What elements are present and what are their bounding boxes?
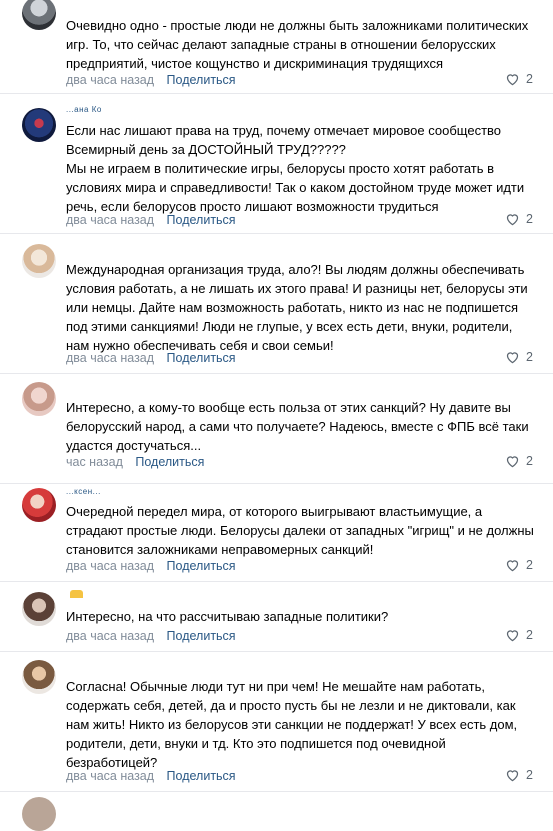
like-count: 2	[526, 212, 533, 226]
like-button[interactable]: 2	[505, 768, 533, 782]
share-link[interactable]: Поделиться	[167, 558, 236, 574]
share-link[interactable]: Поделиться	[167, 768, 236, 784]
heart-icon	[506, 560, 519, 572]
comment-text: Интересно, а кому-то вообще есть польза …	[66, 400, 529, 453]
comment-meta: два часа назад Поделиться	[66, 768, 535, 784]
like-button[interactable]: 2	[505, 454, 533, 468]
comment: Международная организация труда, ало?! В…	[0, 234, 553, 374]
comment-text: Интересно, на что рассчитываю западные п…	[66, 609, 389, 624]
comment: Интересно, на что рассчитываю западные п…	[0, 582, 553, 652]
heart-icon	[506, 352, 519, 364]
like-count: 2	[526, 768, 533, 782]
comment-time[interactable]: час назад	[66, 454, 123, 470]
comment: Согласна! Обычные люди тут ни при чем! Н…	[0, 652, 553, 792]
comment-text: Если нас лишают права на труд, почему от…	[66, 123, 525, 214]
heart-icon	[506, 214, 519, 226]
comment-meta: два часа назад Поделиться	[66, 558, 535, 574]
heart-icon	[506, 770, 519, 782]
comment-text: Международная организация труда, ало?! В…	[66, 262, 528, 353]
comment-time[interactable]: два часа назад	[66, 350, 154, 366]
like-count: 2	[526, 350, 533, 364]
comment-meta: два часа назад Поделиться	[66, 628, 535, 644]
avatar[interactable]	[22, 0, 56, 30]
comment-time[interactable]: два часа назад	[66, 558, 154, 574]
comment-meta: час назад Поделиться	[66, 454, 535, 470]
comment-meta: два часа назад Поделиться	[66, 212, 535, 228]
like-button[interactable]: 2	[505, 558, 533, 572]
heart-icon	[506, 456, 519, 468]
cat-emoji-icon	[70, 590, 83, 598]
avatar[interactable]	[22, 797, 56, 831]
like-button[interactable]: 2	[505, 212, 533, 226]
avatar[interactable]	[22, 382, 56, 416]
like-button[interactable]: 2	[505, 72, 533, 86]
comment: Очевидно одно - простые люди не должны б…	[0, 0, 553, 94]
like-button[interactable]: 2	[505, 628, 533, 642]
share-link[interactable]: Поделиться	[167, 350, 236, 366]
comment-text: Согласна! Обычные люди тут ни при чем! Н…	[66, 679, 518, 770]
avatar[interactable]	[22, 244, 56, 278]
avatar[interactable]	[22, 488, 56, 522]
comment-text: Очередной передел мира, от которого выиг…	[66, 504, 534, 557]
comment-author[interactable]	[66, 590, 83, 598]
comment-time[interactable]: два часа назад	[66, 628, 154, 644]
comment: ...ксен... Очередной передел мира, от ко…	[0, 484, 553, 582]
share-link[interactable]: Поделиться	[135, 454, 204, 470]
heart-icon	[506, 630, 519, 642]
avatar[interactable]	[22, 592, 56, 626]
comment-text: Очевидно одно - простые люди не должны б…	[66, 18, 529, 71]
comment-meta: два часа назад Поделиться	[66, 350, 535, 366]
comment-author[interactable]: ...ана Ко	[66, 106, 102, 114]
avatar[interactable]	[22, 660, 56, 694]
comment-time[interactable]: два часа назад	[66, 768, 154, 784]
like-count: 2	[526, 72, 533, 86]
comment-time[interactable]: два часа назад	[66, 72, 154, 88]
share-link[interactable]: Поделиться	[167, 72, 236, 88]
like-count: 2	[526, 454, 533, 468]
like-count: 2	[526, 558, 533, 572]
comment-time[interactable]: два часа назад	[66, 212, 154, 228]
share-link[interactable]: Поделиться	[167, 628, 236, 644]
share-link[interactable]: Поделиться	[167, 212, 236, 228]
like-count: 2	[526, 628, 533, 642]
avatar[interactable]	[22, 108, 56, 142]
comment: ...ана Ко Если нас лишают права на труд,…	[0, 94, 553, 234]
comment-author[interactable]: ...ксен...	[66, 488, 101, 496]
like-button[interactable]: 2	[505, 350, 533, 364]
comment: Интересно, а кому-то вообще есть польза …	[0, 374, 553, 484]
heart-icon	[506, 74, 519, 86]
comment-meta: два часа назад Поделиться	[66, 72, 535, 88]
